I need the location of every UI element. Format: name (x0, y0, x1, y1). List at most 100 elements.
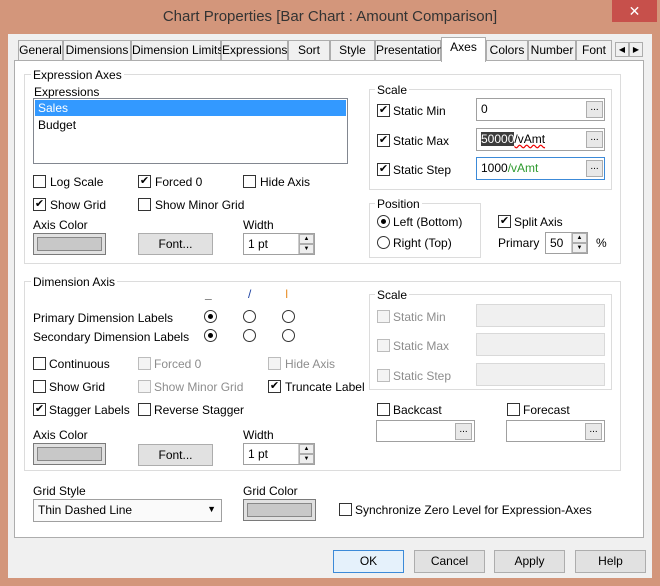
grid-style-value: Thin Dashed Line (38, 503, 133, 517)
sync-zero-checkbox[interactable] (339, 503, 352, 516)
primary-spinner[interactable]: ▲ ▼ (571, 233, 587, 253)
help-button[interactable]: Help (575, 550, 646, 573)
static-min-label: Static Min (393, 104, 446, 118)
hide-axis-checkbox[interactable] (243, 175, 256, 188)
reverse-stagger-checkbox[interactable] (138, 403, 151, 416)
static-max-label: Static Max (393, 134, 450, 148)
tab-dimension-limits[interactable]: Dimension Limits (131, 40, 223, 61)
position-left-radio[interactable] (377, 215, 390, 228)
dim-forced0-checkbox[interactable] (138, 357, 151, 370)
dim-static-step-input[interactable] (476, 363, 605, 386)
primary-label: Primary (498, 236, 540, 250)
close-button[interactable]: ✕ (612, 0, 657, 22)
split-axis-checkbox[interactable]: ✔ (498, 215, 511, 228)
dim-static-min-input[interactable] (476, 304, 605, 327)
secondary-vertical-radio[interactable] (282, 329, 295, 342)
tab-general[interactable]: General (18, 40, 63, 61)
truncate-label-checkbox[interactable]: ✔ (268, 380, 281, 393)
truncate-label-label: Truncate Label (285, 380, 365, 394)
dim-static-step-label: Static Step (393, 369, 452, 383)
backcast-expr-button[interactable]: ... (455, 423, 472, 440)
dim-static-step-checkbox[interactable] (377, 369, 390, 382)
show-grid-label: Show Grid (50, 198, 107, 212)
cancel-button[interactable]: Cancel (414, 550, 485, 573)
dim-static-max-input[interactable] (476, 333, 605, 356)
dim-axis-color-button[interactable] (33, 443, 106, 465)
log-scale-label: Log Scale (50, 175, 104, 189)
font-button[interactable]: Font... (138, 233, 213, 255)
static-min-value: 0 (481, 102, 488, 116)
tab-dimensions[interactable]: Dimensions (63, 40, 131, 61)
tab-scroll-left-icon[interactable]: ◀ (615, 42, 629, 57)
hide-axis-label: Hide Axis (260, 175, 311, 189)
dim-static-max-checkbox[interactable] (377, 339, 390, 352)
stagger-labels-label: Stagger Labels (49, 403, 130, 417)
dim-hide-axis-checkbox[interactable] (268, 357, 281, 370)
dim-axis-color-label: Axis Color (33, 428, 88, 442)
static-step-rest: /vAmt (507, 161, 539, 175)
static-step-label: Static Step (393, 163, 452, 177)
vertical-orientation-icon: I (285, 287, 289, 301)
tab-presentation[interactable]: Presentation (375, 40, 443, 61)
forced0-label: Forced 0 (155, 175, 203, 189)
dim-show-minor-grid-checkbox[interactable] (138, 380, 151, 393)
static-max-checkbox[interactable]: ✔ (377, 134, 390, 147)
dim-font-button[interactable]: Font... (138, 444, 213, 466)
forced0-checkbox[interactable]: ✔ (138, 175, 151, 188)
backcast-checkbox[interactable] (377, 403, 390, 416)
forecast-checkbox[interactable] (507, 403, 520, 416)
secondary-horizontal-radio[interactable] (204, 329, 217, 342)
primary-vertical-radio[interactable] (282, 310, 295, 323)
width-value: 1 pt (248, 237, 269, 251)
dim-width-value: 1 pt (248, 447, 269, 461)
dim-show-grid-checkbox[interactable] (33, 380, 46, 393)
dimension-axis-label: Dimension Axis (31, 275, 118, 289)
position-right-label: Right (Top) (393, 236, 452, 250)
dim-static-min-checkbox[interactable] (377, 310, 390, 323)
width-spinner[interactable]: ▲ ▼ (298, 234, 314, 254)
horizontal-orientation-icon: _ (205, 287, 212, 301)
forecast-expr-button[interactable]: ... (585, 423, 602, 440)
tab-number[interactable]: Number (528, 40, 576, 61)
axis-color-label: Axis Color (33, 218, 88, 232)
static-step-expr-button[interactable]: ... (586, 160, 603, 177)
grid-style-label: Grid Style (33, 484, 86, 498)
static-min-expr-button[interactable]: ... (586, 101, 603, 118)
list-item[interactable]: Budget (34, 117, 347, 133)
ok-button[interactable]: OK (333, 550, 404, 573)
tab-expressions[interactable]: Expressions (221, 40, 288, 61)
width-label: Width (243, 218, 274, 232)
secondary-diagonal-radio[interactable] (243, 329, 256, 342)
static-min-checkbox[interactable]: ✔ (377, 104, 390, 117)
static-step-checkbox[interactable]: ✔ (377, 163, 390, 176)
static-max-expr-button[interactable]: ... (586, 131, 603, 148)
expressions-list[interactable]: Sales Budget (33, 98, 348, 164)
tab-colors[interactable]: Colors (486, 40, 528, 61)
grid-style-select[interactable]: Thin Dashed Line ▼ (33, 499, 222, 522)
tab-font[interactable]: Font (576, 40, 612, 61)
dim-forced0-label: Forced 0 (154, 357, 202, 371)
show-minor-grid-checkbox[interactable] (138, 198, 151, 211)
log-scale-checkbox[interactable] (33, 175, 46, 188)
primary-horizontal-radio[interactable] (204, 310, 217, 323)
primary-value: 50 (550, 236, 564, 250)
tab-sort[interactable]: Sort (288, 40, 330, 61)
position-right-radio[interactable] (377, 236, 390, 249)
tab-axes[interactable]: Axes (441, 37, 486, 62)
primary-dim-labels-label: Primary Dimension Labels (33, 311, 174, 325)
grid-color-label: Grid Color (243, 484, 298, 498)
continuous-checkbox[interactable] (33, 357, 46, 370)
list-item[interactable]: Sales (35, 100, 346, 116)
grid-color-button[interactable] (243, 499, 316, 521)
stagger-labels-checkbox[interactable]: ✔ (33, 403, 46, 416)
dim-width-spinner[interactable]: ▲ ▼ (298, 444, 314, 464)
dim-scale-label: Scale (375, 288, 410, 302)
apply-button[interactable]: Apply (494, 550, 565, 573)
forecast-label: Forecast (523, 403, 570, 417)
show-grid-checkbox[interactable]: ✔ (33, 198, 46, 211)
axis-color-button[interactable] (33, 233, 106, 255)
primary-diagonal-radio[interactable] (243, 310, 256, 323)
continuous-label: Continuous (49, 357, 110, 371)
tab-style[interactable]: Style (330, 40, 375, 61)
tab-scroll-right-icon[interactable]: ▶ (629, 42, 643, 57)
